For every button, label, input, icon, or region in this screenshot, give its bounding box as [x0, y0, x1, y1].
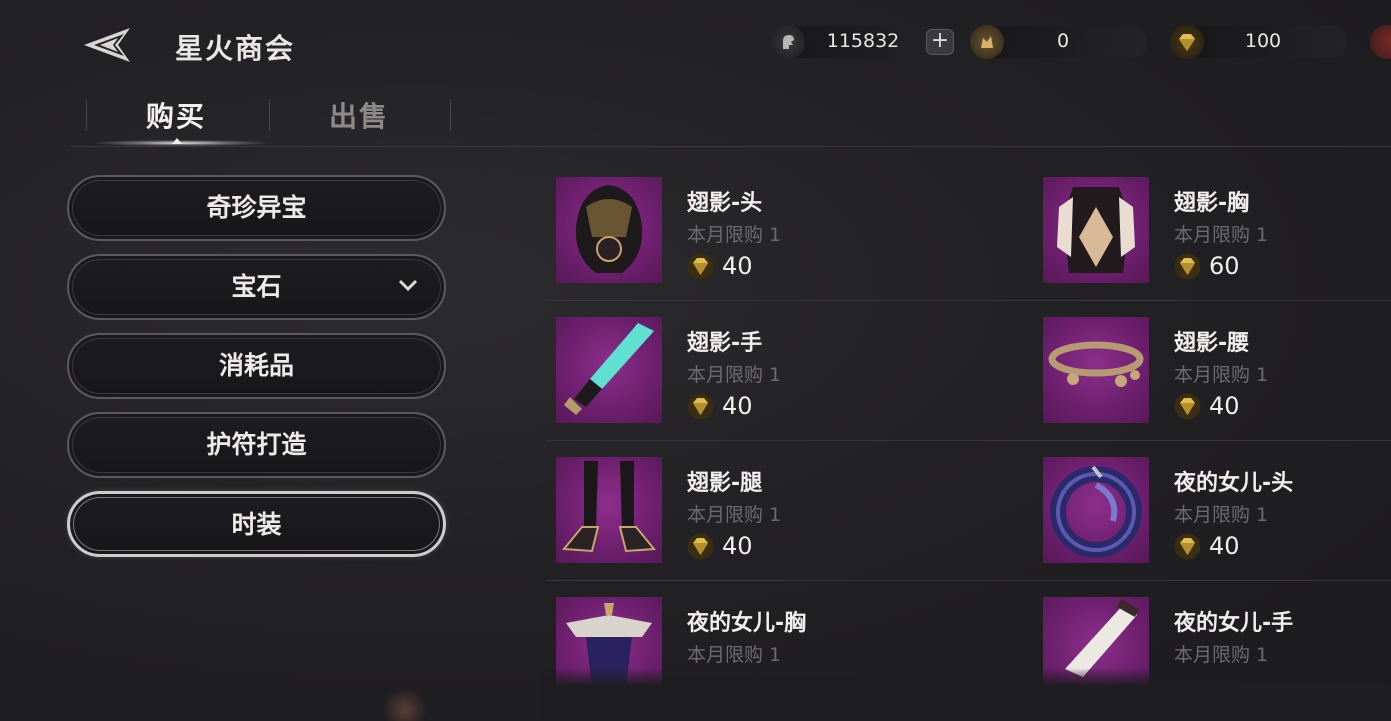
active-tab-caret	[172, 138, 182, 144]
item-name: 翅影-头	[687, 191, 763, 216]
ambient-glow	[380, 690, 430, 721]
row-divider	[547, 440, 1391, 441]
item-price: 40	[1174, 531, 1240, 561]
item-thumbnail	[556, 457, 662, 563]
item-price-value: 60	[1209, 252, 1240, 280]
item-thumbnail	[556, 317, 662, 423]
item-thumbnail	[556, 177, 662, 283]
item-name: 翅影-腿	[687, 471, 763, 496]
item-purchase-limit: 本月限购 1	[1174, 644, 1269, 666]
item-purchase-limit: 本月限购 1	[687, 504, 782, 526]
tab-buy[interactable]: 购买	[86, 95, 266, 135]
item-price-value: 40	[1209, 532, 1240, 560]
category-gems-button[interactable]: 宝石	[67, 254, 446, 320]
item-price-value: 40	[722, 532, 753, 560]
shop-item-wing-chest[interactable]: 翅影-胸 本月限购 1 60	[1043, 177, 1391, 285]
item-name: 翅影-手	[687, 331, 763, 356]
category-label: 奇珍异宝	[206, 193, 307, 222]
page-title: 星火商会	[175, 32, 296, 65]
back-arrow-icon	[84, 28, 130, 62]
gold-coin-icon	[970, 25, 1004, 59]
gem-icon	[1174, 533, 1201, 559]
category-label: 护符打造	[206, 430, 307, 459]
item-purchase-limit: 本月限购 1	[687, 224, 782, 246]
list-bottom-fade	[540, 668, 1391, 721]
category-amulet-crafting-button[interactable]: 护符打造	[67, 412, 446, 478]
back-button[interactable]	[80, 22, 136, 68]
item-thumbnail	[1043, 177, 1149, 283]
currency-gem-value: 100	[1244, 30, 1282, 52]
item-purchase-limit: 本月限购 1	[1174, 224, 1269, 246]
item-name: 夜的女儿-头	[1174, 471, 1294, 496]
red-token-icon	[1370, 25, 1391, 59]
item-price-value: 40	[722, 392, 753, 420]
item-price: 40	[687, 251, 753, 281]
add-currency-button[interactable]: +	[926, 29, 954, 55]
shop-item-wing-hand[interactable]: 翅影-手 本月限购 1 40	[556, 317, 1026, 425]
shop-item-wing-head[interactable]: 翅影-头 本月限购 1 40	[556, 177, 1026, 285]
item-name: 夜的女儿-手	[1174, 611, 1294, 636]
category-label: 消耗品	[218, 351, 294, 380]
shop-item-wing-waist[interactable]: 翅影-腰 本月限购 1 40	[1043, 317, 1391, 425]
item-purchase-limit: 本月限购 1	[1174, 504, 1269, 526]
item-name: 夜的女儿-胸	[687, 611, 807, 636]
gem-icon	[1174, 253, 1201, 279]
gem-icon	[687, 393, 714, 419]
silver-coin-icon	[771, 25, 805, 59]
gem-icon	[687, 533, 714, 559]
top-bar: 星火商会 115832 + 0 100	[0, 0, 1391, 88]
currency-silver-value: 115832	[826, 30, 900, 52]
shop-item-wing-legs[interactable]: 翅影-腿 本月限购 1 40	[556, 457, 1026, 565]
row-divider	[547, 300, 1391, 301]
tab-separator	[450, 99, 451, 131]
item-price: 60	[1174, 251, 1240, 281]
header-divider	[70, 146, 1391, 147]
item-purchase-limit: 本月限购 1	[687, 644, 782, 666]
category-label: 时装	[231, 510, 282, 539]
tab-sell[interactable]: 出售	[269, 95, 449, 135]
item-thumbnail	[1043, 317, 1149, 423]
item-name: 翅影-胸	[1174, 191, 1250, 216]
chevron-down-icon	[398, 279, 418, 292]
item-price: 40	[687, 531, 753, 561]
gem-icon	[1170, 25, 1204, 59]
gem-icon	[687, 253, 714, 279]
item-thumbnail	[1043, 457, 1149, 563]
category-label: 宝石	[231, 272, 282, 301]
item-price: 40	[687, 391, 753, 421]
item-price-value: 40	[1209, 392, 1240, 420]
item-price-value: 40	[722, 252, 753, 280]
category-fashion-button[interactable]: 时装	[67, 491, 446, 557]
item-price: 40	[1174, 391, 1240, 421]
item-purchase-limit: 本月限购 1	[687, 364, 782, 386]
category-treasures-button[interactable]: 奇珍异宝	[67, 175, 446, 241]
row-divider	[547, 580, 1391, 581]
currency-gold-value: 0	[1056, 30, 1070, 52]
item-name: 翅影-腰	[1174, 331, 1250, 356]
shop-item-night-daughter-head[interactable]: 夜的女儿-头 本月限购 1 40	[1043, 457, 1391, 565]
gem-icon	[1174, 393, 1201, 419]
item-purchase-limit: 本月限购 1	[1174, 364, 1269, 386]
category-consumables-button[interactable]: 消耗品	[67, 333, 446, 399]
